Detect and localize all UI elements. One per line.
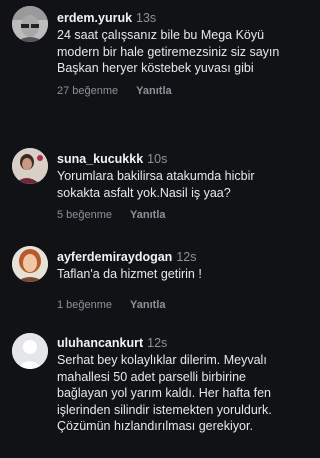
comment-content: erdem.yuruk 13s 24 saat çalışsanız bile b…	[57, 10, 282, 97]
comment-text: Taflan'a da hizmet getirin !	[57, 267, 202, 281]
comment-actions: 1 beğenme Yanıtla	[57, 299, 282, 311]
avatar[interactable]	[12, 148, 48, 184]
sunglasses-portrait-icon	[12, 6, 48, 42]
reply-button[interactable]: Yanıtla	[130, 299, 165, 311]
comment-text: Serhat bey kolaylıklar dilerim. Meyvalı …	[57, 353, 272, 433]
comment-content: suna_kucukkk 10s Yorumlara bakilirsa atak…	[57, 151, 282, 221]
reply-button[interactable]: Yanıtla	[130, 209, 165, 221]
comment-time: 13s	[136, 11, 157, 25]
comment-username[interactable]: ayferdemiraydogan	[57, 250, 172, 264]
comment-username[interactable]: suna_kucukkk	[57, 152, 143, 166]
comment-username[interactable]: erdem.yuruk	[57, 11, 132, 25]
comment-meta: uluhancankurt 12s	[57, 335, 282, 351]
comment-time: 10s	[147, 152, 168, 166]
comment-content: uluhancankurt 12s Serhat bey kolaylıklar …	[57, 335, 282, 435]
avatar[interactable]	[12, 246, 48, 282]
reply-button[interactable]: Yanıtla	[136, 85, 171, 97]
comment-actions: 27 beğenme Yanıtla	[57, 85, 282, 97]
default-avatar-icon	[12, 333, 48, 369]
comment-text: 24 saat çalışsanız bile bu Mega Köyü mod…	[57, 28, 280, 75]
comment-text: Yorumlara bakilirsa atakumda hicbir soka…	[57, 169, 255, 200]
likes-count[interactable]: 27 beğenme	[57, 85, 118, 97]
comments-list: erdem.yuruk 13s 24 saat çalışsanız bile b…	[0, 0, 290, 458]
avatar[interactable]	[12, 6, 48, 42]
comment-actions: 5 beğenme Yanıtla	[57, 209, 282, 221]
comment-meta: erdem.yuruk 13s	[57, 10, 282, 26]
comment-username[interactable]: uluhancankurt	[57, 336, 143, 350]
comment-meta: ayferdemiraydogan 12s	[57, 249, 282, 265]
woman-portrait-icon	[12, 246, 48, 282]
comment-meta: suna_kucukkk 10s	[57, 151, 282, 167]
avatar[interactable]	[12, 333, 48, 369]
comment-time: 12s	[176, 250, 197, 264]
likes-count[interactable]: 5 beğenme	[57, 209, 112, 221]
comment-content: ayferdemiraydogan 12s Taflan'a da hizmet …	[57, 249, 282, 311]
portrait-photo-icon	[12, 148, 48, 184]
likes-count[interactable]: 1 beğenme	[57, 299, 112, 311]
comment-time: 12s	[147, 336, 168, 350]
